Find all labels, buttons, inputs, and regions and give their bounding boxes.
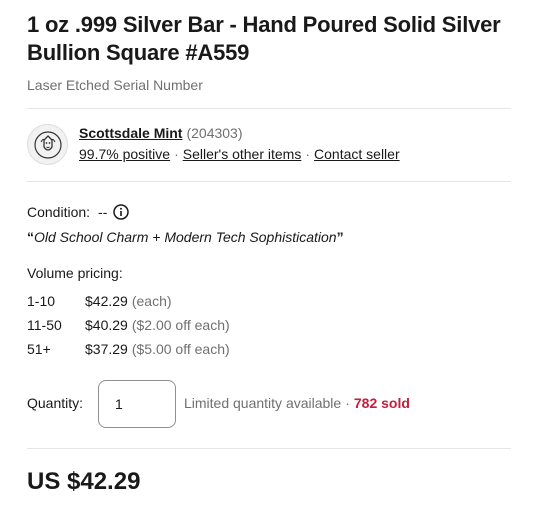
seller-name-row: Scottsdale Mint (204303) bbox=[79, 125, 243, 141]
quote-close: ” bbox=[336, 229, 344, 245]
seller-name-link[interactable]: Scottsdale Mint bbox=[79, 125, 182, 141]
tier-price: $37.29 bbox=[85, 341, 128, 357]
tier-note: (each) bbox=[131, 293, 172, 309]
tier-range: 1-10 bbox=[27, 293, 56, 309]
availability-label: Limited quantity available bbox=[184, 395, 342, 411]
volume-tier-row: 51+ $37.29 ($5.00 off each) bbox=[27, 341, 230, 357]
condition-row: Condition: -- bbox=[27, 204, 130, 220]
divider bbox=[27, 448, 511, 449]
seller-feedback-count: (204303) bbox=[186, 125, 243, 141]
availability-text: Limited quantity available · 782 sold bbox=[184, 395, 410, 411]
volume-tier-row: 1-10 $42.29 (each) bbox=[27, 293, 172, 309]
separator: · bbox=[174, 146, 179, 162]
info-icon[interactable] bbox=[113, 204, 130, 220]
seller-positive-link[interactable]: 99.7% positive bbox=[79, 146, 170, 162]
quantity-input[interactable] bbox=[98, 380, 176, 428]
mint-logo-icon[interactable] bbox=[27, 124, 68, 165]
quote-open: “ bbox=[27, 229, 34, 245]
seller-links: 99.7% positive · Seller's other items · Cont… bbox=[79, 146, 400, 162]
tier-range: 51+ bbox=[27, 341, 51, 357]
volume-tier-row: 11-50 $40.29 ($2.00 off each) bbox=[27, 317, 230, 333]
tier-note: ($5.00 off each) bbox=[131, 341, 230, 357]
condition-description: “Old School Charm + Modern Tech Sophisti… bbox=[27, 229, 344, 245]
item-price: US $42.29 bbox=[27, 468, 141, 495]
seller-other-items-link[interactable]: Seller's other items bbox=[183, 146, 302, 162]
listing-title: 1 oz .999 Silver Bar - Hand Poured Solid… bbox=[27, 12, 501, 65]
quantity-label: Quantity: bbox=[27, 395, 84, 411]
separator: · bbox=[305, 146, 311, 162]
listing-subtitle: Laser Etched Serial Number bbox=[27, 77, 203, 93]
condition-value: -- bbox=[98, 204, 108, 220]
tier-price: $42.29 bbox=[85, 293, 128, 309]
condition-label: Condition: bbox=[27, 204, 91, 220]
tier-range: 11-50 bbox=[27, 317, 62, 333]
sold-count: 782 sold bbox=[353, 395, 410, 411]
tier-price: $40.29 bbox=[85, 317, 128, 333]
contact-seller-link[interactable]: Contact seller bbox=[314, 146, 400, 162]
volume-pricing-label: Volume pricing: bbox=[27, 265, 123, 281]
quote-text: Old School Charm + Modern Tech Sophistic… bbox=[34, 229, 337, 245]
tier-note: ($2.00 off each) bbox=[131, 317, 230, 333]
divider bbox=[27, 108, 511, 109]
divider bbox=[27, 181, 511, 182]
separator: · bbox=[345, 395, 350, 411]
